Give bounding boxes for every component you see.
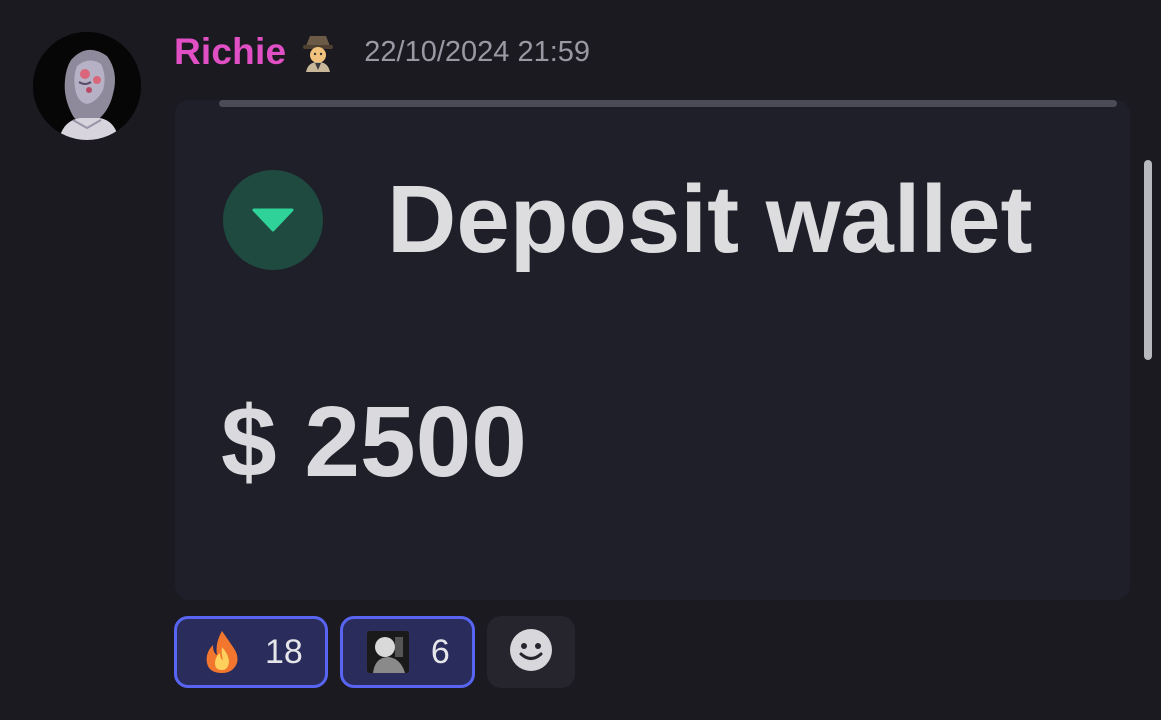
reaction-custom[interactable]: 6	[339, 616, 475, 688]
user-avatar[interactable]	[33, 32, 141, 140]
reactions-bar: 18 6	[174, 616, 575, 688]
embed-amount: $ 2500	[221, 386, 527, 498]
chat-message: Richie 22/10/2024 21:59 Deposit wallet $…	[0, 0, 1161, 720]
add-reaction-button[interactable]	[486, 616, 575, 688]
embed-top-divider	[219, 100, 1117, 107]
scrollbar-thumb[interactable]	[1144, 160, 1152, 360]
username[interactable]: Richie	[174, 31, 286, 73]
smiley-icon	[508, 627, 554, 678]
detective-emoji-icon	[300, 32, 336, 72]
fire-emoji-icon	[199, 629, 245, 675]
embed-title: Deposit wallet	[387, 166, 1033, 273]
arrow-down-icon	[223, 170, 323, 270]
custom-avatar-emoji-icon	[365, 629, 411, 675]
reaction-count: 6	[430, 632, 450, 671]
embed-title-row: Deposit wallet	[223, 170, 1032, 270]
embed-card: Deposit wallet $ 2500	[175, 100, 1130, 600]
reaction-count: 18	[265, 632, 303, 671]
message-header: Richie 22/10/2024 21:59	[174, 28, 590, 76]
reaction-fire[interactable]: 18	[174, 616, 328, 688]
message-timestamp: 22/10/2024 21:59	[364, 35, 591, 68]
